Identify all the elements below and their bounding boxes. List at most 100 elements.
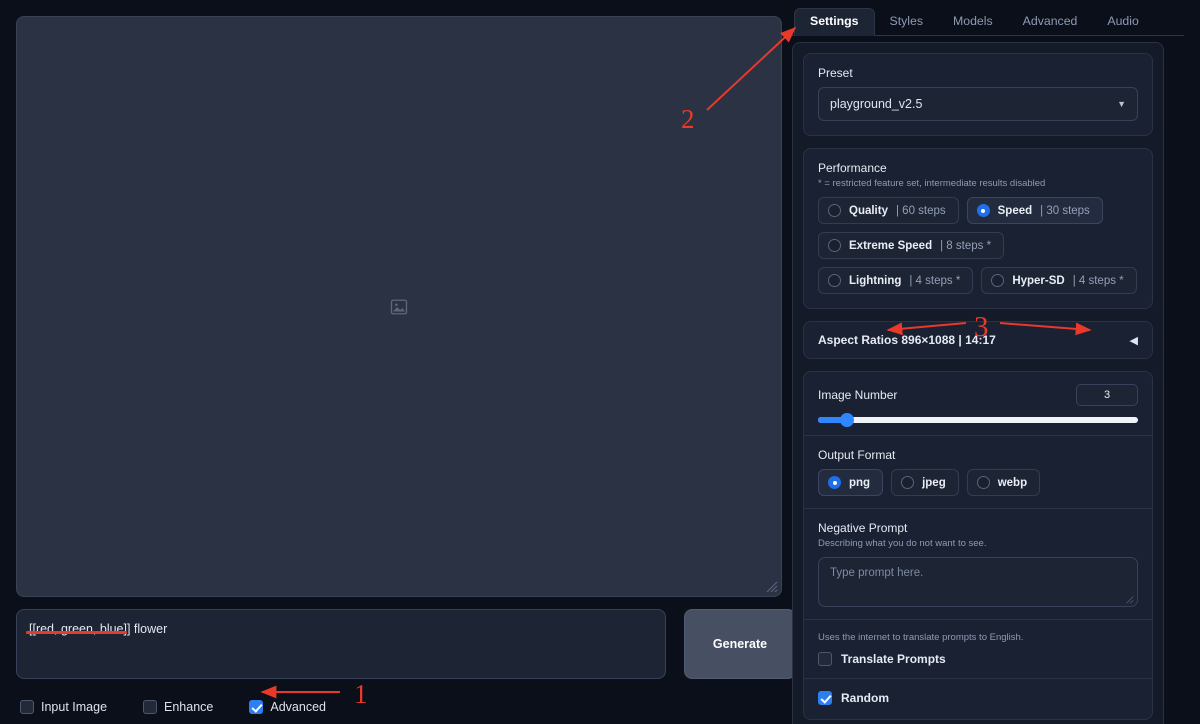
textarea-resize-handle[interactable] — [1125, 595, 1134, 604]
caret-left-icon: ◀ — [1129, 334, 1138, 347]
checkbox-advanced-box[interactable] — [249, 700, 264, 714]
checkbox-input-image-box[interactable] — [20, 700, 34, 714]
checkbox-random-label: Random — [841, 691, 889, 705]
preset-select[interactable]: playground_v2.5 ▼ — [818, 87, 1138, 121]
performance-label: Performance — [818, 161, 887, 175]
tab-bar: Settings Styles Models Advanced Audio — [792, 8, 1184, 36]
right-sidebar: Settings Styles Models Advanced Audio Pr… — [792, 8, 1184, 724]
radio-lightning[interactable]: Lightning | 4 steps * — [818, 267, 974, 294]
radio-png-name: png — [849, 476, 871, 489]
radio-webp[interactable]: webp — [966, 469, 1041, 496]
tab-advanced-label: Advanced — [1022, 14, 1078, 29]
radio-webp-dot[interactable] — [976, 476, 990, 489]
preset-label: Preset — [818, 66, 853, 80]
output-format-options: png jpeg webp — [818, 469, 1138, 496]
image-number-slider-thumb[interactable] — [839, 413, 854, 427]
preset-card: Preset playground_v2.5 ▼ — [803, 53, 1153, 136]
radio-jpeg-name: jpeg — [922, 476, 946, 489]
checkbox-random-box[interactable] — [818, 691, 832, 705]
radio-png[interactable]: png — [818, 469, 884, 496]
radio-quality-name: Quality — [849, 204, 888, 217]
radio-hyper-sd-dot[interactable] — [991, 274, 1005, 287]
generate-button[interactable]: Generate — [684, 609, 796, 679]
tab-models[interactable]: Models — [938, 9, 1008, 35]
divider — [804, 619, 1152, 620]
tab-advanced[interactable]: Advanced — [1008, 9, 1093, 35]
image-number-slider[interactable] — [818, 413, 1138, 427]
chevron-down-icon: ▼ — [1117, 99, 1126, 109]
checkbox-translate-prompts-label: Translate Prompts — [841, 652, 946, 666]
negative-prompt-placeholder: Type prompt here. — [830, 567, 924, 579]
tab-audio-label: Audio — [1107, 14, 1139, 29]
negative-prompt-input[interactable]: Type prompt here. — [818, 557, 1138, 607]
tab-styles-label: Styles — [889, 14, 924, 29]
image-placeholder-icon — [390, 299, 408, 314]
checkbox-translate-prompts[interactable]: Translate Prompts — [818, 652, 1138, 666]
app-root: [[red, green, blue]] flower Generate Inp… — [0, 0, 1200, 724]
image-canvas[interactable] — [16, 16, 782, 597]
radio-quality[interactable]: Quality | 60 steps — [818, 197, 959, 224]
radio-speed-name: Speed — [997, 204, 1033, 217]
radio-png-dot[interactable] — [828, 476, 841, 489]
radio-lightning-name: Lightning — [849, 274, 902, 287]
left-column: [[red, green, blue]] flower Generate Inp… — [16, 16, 796, 714]
checkbox-input-image[interactable]: Input Image — [20, 700, 107, 714]
checkbox-input-image-label: Input Image — [41, 700, 108, 714]
radio-quality-dot[interactable] — [828, 204, 841, 217]
radio-extreme-speed-name: Extreme Speed — [849, 239, 933, 252]
translate-note: Uses the internet to translate prompts t… — [818, 632, 1024, 643]
aspect-ratios-label: Aspect Ratios 896×1088 | 14:17 — [818, 333, 996, 347]
checkbox-enhance-box[interactable] — [143, 700, 158, 714]
divider — [804, 508, 1152, 509]
output-format-label: Output Format — [818, 448, 896, 462]
image-number-label: Image Number — [818, 388, 898, 402]
radio-jpeg[interactable]: jpeg — [891, 469, 959, 496]
checkbox-enhance-label: Enhance — [164, 700, 214, 714]
divider — [804, 435, 1152, 436]
preset-value: playground_v2.5 — [830, 97, 923, 111]
radio-webp-name: webp — [997, 476, 1028, 489]
generation-options-card: Image Number 3 Output Format png jpeg we… — [803, 371, 1153, 720]
prompt-row: [[red, green, blue]] flower Generate — [16, 609, 796, 687]
radio-hyper-sd-meta: | 4 steps * — [1072, 274, 1124, 287]
radio-speed-meta: | 30 steps — [1040, 204, 1090, 217]
radio-lightning-meta: | 4 steps * — [909, 274, 961, 287]
performance-card: Performance * = restricted feature set, … — [803, 148, 1153, 309]
checkbox-advanced[interactable]: Advanced — [249, 700, 326, 714]
prompt-input[interactable]: [[red, green, blue]] flower — [16, 609, 666, 679]
radio-extreme-speed[interactable]: Extreme Speed | 8 steps * — [818, 232, 1005, 259]
radio-extreme-speed-dot[interactable] — [828, 239, 841, 252]
radio-jpeg-dot[interactable] — [901, 476, 915, 489]
tab-styles[interactable]: Styles — [875, 9, 939, 35]
annotation-label-2: 2 — [681, 104, 695, 134]
radio-speed[interactable]: Speed | 30 steps — [966, 197, 1103, 224]
radio-quality-meta: | 60 steps — [895, 204, 946, 217]
tab-models-label: Models — [953, 14, 993, 29]
radio-hyper-sd-name: Hyper-SD — [1012, 274, 1065, 287]
performance-note: * = restricted feature set, intermediate… — [818, 178, 1046, 189]
image-number-input[interactable]: 3 — [1076, 384, 1138, 406]
divider — [804, 678, 1152, 679]
radio-speed-dot[interactable] — [976, 204, 990, 217]
tab-settings[interactable]: Settings — [794, 8, 875, 36]
image-number-header: Image Number 3 — [818, 384, 1138, 406]
negative-prompt-sub: Describing what you do not want to see. — [818, 538, 987, 549]
canvas-resize-handle[interactable] — [766, 581, 778, 593]
annotation-label-3: 3 — [974, 311, 989, 343]
generate-button-label: Generate — [712, 637, 768, 651]
tab-settings-label: Settings — [810, 14, 859, 29]
radio-extreme-speed-meta: | 8 steps * — [940, 239, 992, 252]
tab-audio[interactable]: Audio — [1092, 9, 1153, 35]
bottom-options-row: Input Image Enhance Advanced — [20, 700, 362, 714]
negative-prompt-label: Negative Prompt — [818, 521, 908, 535]
annotation-prompt-underline — [26, 631, 127, 634]
radio-lightning-dot[interactable] — [828, 274, 841, 287]
settings-panel: Preset playground_v2.5 ▼ Performance * =… — [792, 42, 1164, 724]
performance-options: Quality | 60 steps Speed | 30 steps Extr… — [818, 197, 1138, 294]
annotation-label-1: 1 — [354, 679, 368, 709]
checkbox-random[interactable]: Random — [818, 691, 1138, 705]
checkbox-advanced-label: Advanced — [270, 700, 326, 714]
checkbox-translate-prompts-box[interactable] — [818, 652, 832, 666]
checkbox-enhance[interactable]: Enhance — [143, 700, 213, 714]
radio-hyper-sd[interactable]: Hyper-SD | 4 steps * — [981, 267, 1137, 294]
